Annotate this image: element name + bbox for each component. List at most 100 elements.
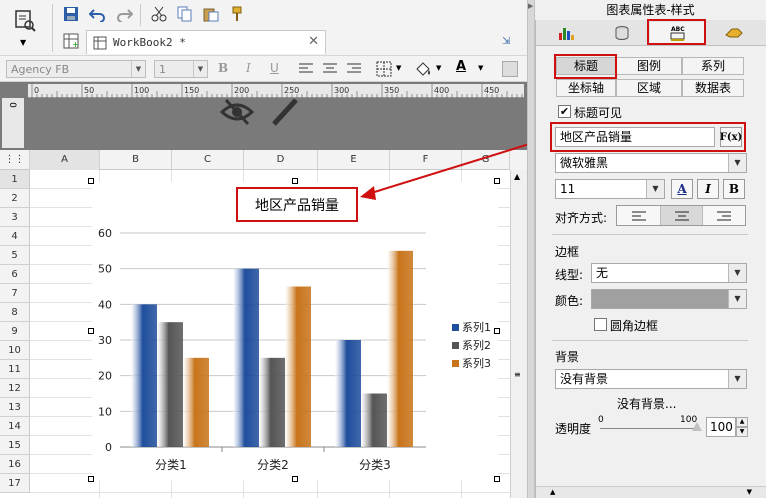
close-tab-icon[interactable]: ✕ (308, 34, 319, 49)
stepper-down-icon[interactable]: ▼ (736, 427, 748, 437)
panel-font-family-value: 微软雅黑 (560, 156, 609, 170)
undo-icon[interactable] (88, 5, 106, 23)
background-select[interactable]: 没有背景 ▼ (555, 369, 747, 389)
column-header[interactable]: A (30, 150, 100, 170)
chevron-down-icon[interactable]: ▼ (396, 64, 401, 72)
resize-handle[interactable] (292, 476, 298, 482)
italic-button[interactable]: I (697, 179, 719, 199)
panel-splitter[interactable]: ▶ (527, 0, 535, 498)
align-left-icon[interactable] (298, 62, 314, 79)
subtab-area[interactable]: 区域 (616, 79, 682, 97)
font-family-select[interactable]: Agency FB ▼ (6, 60, 146, 78)
subtab-series[interactable]: 系列 (682, 57, 744, 75)
save-icon[interactable] (62, 5, 80, 23)
row-header[interactable]: 16 (0, 455, 30, 474)
title-visible-label: 标题可见 (574, 106, 623, 120)
resize-handle[interactable] (292, 178, 298, 184)
row-header[interactable]: 14 (0, 417, 30, 436)
align-center-icon[interactable] (661, 206, 703, 225)
scroll-right-icon[interactable]: ▼ (747, 488, 752, 496)
merge-cell-icon[interactable] (502, 61, 518, 77)
row-header[interactable]: 2 (0, 189, 30, 208)
fill-color-icon[interactable] (414, 61, 432, 80)
panel-hscrollbar[interactable]: ▲ ▼ (536, 486, 766, 498)
resize-handle[interactable] (494, 476, 500, 482)
chart-object[interactable]: 0 10 20 30 40 50 60 分类1 分类2 分类3 系列1 系列2 系列3 (88, 178, 500, 482)
row-header[interactable]: 17 (0, 474, 30, 493)
opacity-slider-thumb[interactable] (692, 422, 702, 431)
subtab-axis[interactable]: 坐标轴 (556, 79, 616, 97)
row-header[interactable]: 13 (0, 398, 30, 417)
title-visible-checkbox[interactable]: ✔ (558, 105, 571, 118)
resize-handle[interactable] (88, 328, 94, 334)
collapse-icon[interactable]: ▶ (528, 2, 533, 10)
bold-button[interactable]: B (723, 179, 745, 199)
copy-icon[interactable] (176, 5, 194, 23)
resize-handle[interactable] (88, 178, 94, 184)
font-color-icon[interactable]: A (456, 59, 466, 74)
format-brush-icon[interactable] (228, 5, 246, 23)
subtab-datatable[interactable]: 数据表 (682, 79, 744, 97)
align-right-icon[interactable] (703, 206, 745, 225)
rounded-border-checkbox[interactable] (594, 318, 607, 331)
opacity-value-input[interactable]: 100 (706, 417, 736, 437)
row-header[interactable]: 3 (0, 208, 30, 227)
ruler-label: 100 (134, 86, 149, 95)
row-header[interactable]: 1 (0, 170, 30, 189)
data-tab[interactable] (594, 22, 649, 44)
chevron-down-icon: ▼ (131, 61, 145, 77)
align-left-icon[interactable] (617, 206, 661, 225)
chevron-down-icon[interactable]: ▼ (436, 64, 441, 72)
insert-table-icon[interactable]: + (62, 32, 80, 50)
row-header[interactable]: 15 (0, 436, 30, 455)
row-header[interactable]: 10 (0, 341, 30, 360)
search-report-icon[interactable] (12, 8, 38, 34)
row-header[interactable]: 8 (0, 303, 30, 322)
panel-font-size-select[interactable]: 11 ▼ (555, 179, 665, 199)
scroll-grip-icon[interactable]: ≡ (514, 370, 521, 379)
row-header[interactable]: 7 (0, 284, 30, 303)
divider (552, 234, 748, 235)
chart-title[interactable]: 地区产品销量 (236, 187, 358, 222)
align-center-icon[interactable] (322, 62, 338, 79)
row-header[interactable]: 5 (0, 246, 30, 265)
underline-icon[interactable]: U (270, 61, 279, 75)
resize-handle[interactable] (494, 328, 500, 334)
scroll-left-icon[interactable]: ▲ (550, 488, 555, 496)
special-tab[interactable] (706, 22, 761, 44)
font-size-select[interactable]: 1 ▼ (154, 60, 208, 78)
redo-icon[interactable] (116, 5, 134, 23)
row-header[interactable]: 6 (0, 265, 30, 284)
font-color-button[interactable]: A (671, 179, 693, 199)
column-header[interactable]: B (100, 150, 172, 170)
subtab-legend[interactable]: 图例 (616, 57, 682, 75)
column-header[interactable]: C (172, 150, 244, 170)
paste-icon[interactable] (202, 5, 220, 23)
row-header[interactable]: 12 (0, 379, 30, 398)
align-right-icon[interactable] (346, 62, 362, 79)
menu-dropdown-icon[interactable]: ▼ (20, 38, 26, 47)
select-all-icon[interactable]: ⋮⋮ (0, 150, 30, 170)
vertical-scrollbar[interactable]: ▲ ≡ (510, 170, 527, 498)
cut-icon[interactable] (150, 5, 168, 23)
chart-type-tab[interactable] (538, 22, 593, 44)
italic-icon[interactable]: I (246, 61, 251, 75)
tab-workbook2[interactable]: WorkBook2 * ✕ (86, 30, 326, 54)
pencil-icon[interactable] (268, 96, 302, 131)
highlight-title-subtab (554, 54, 617, 79)
opacity-slider-track[interactable] (600, 428, 698, 429)
border-icon[interactable] (376, 61, 392, 80)
line-type-select[interactable]: 无 ▼ (591, 263, 747, 283)
row-header[interactable]: 4 (0, 227, 30, 246)
stepper-up-icon[interactable]: ▲ (736, 417, 748, 427)
row-header[interactable]: 9 (0, 322, 30, 341)
tab-menu-icon[interactable]: ⇲ (502, 36, 510, 47)
panel-font-family-select[interactable]: 微软雅黑 ▼ (555, 153, 747, 173)
column-header[interactable]: D (244, 150, 318, 170)
hide-eye-icon[interactable] (219, 98, 255, 129)
chevron-down-icon[interactable]: ▼ (478, 64, 483, 72)
row-header[interactable]: 11 (0, 360, 30, 379)
border-color-select[interactable]: ▼ (591, 289, 747, 309)
bold-icon[interactable]: B (218, 61, 228, 75)
resize-handle[interactable] (88, 476, 94, 482)
